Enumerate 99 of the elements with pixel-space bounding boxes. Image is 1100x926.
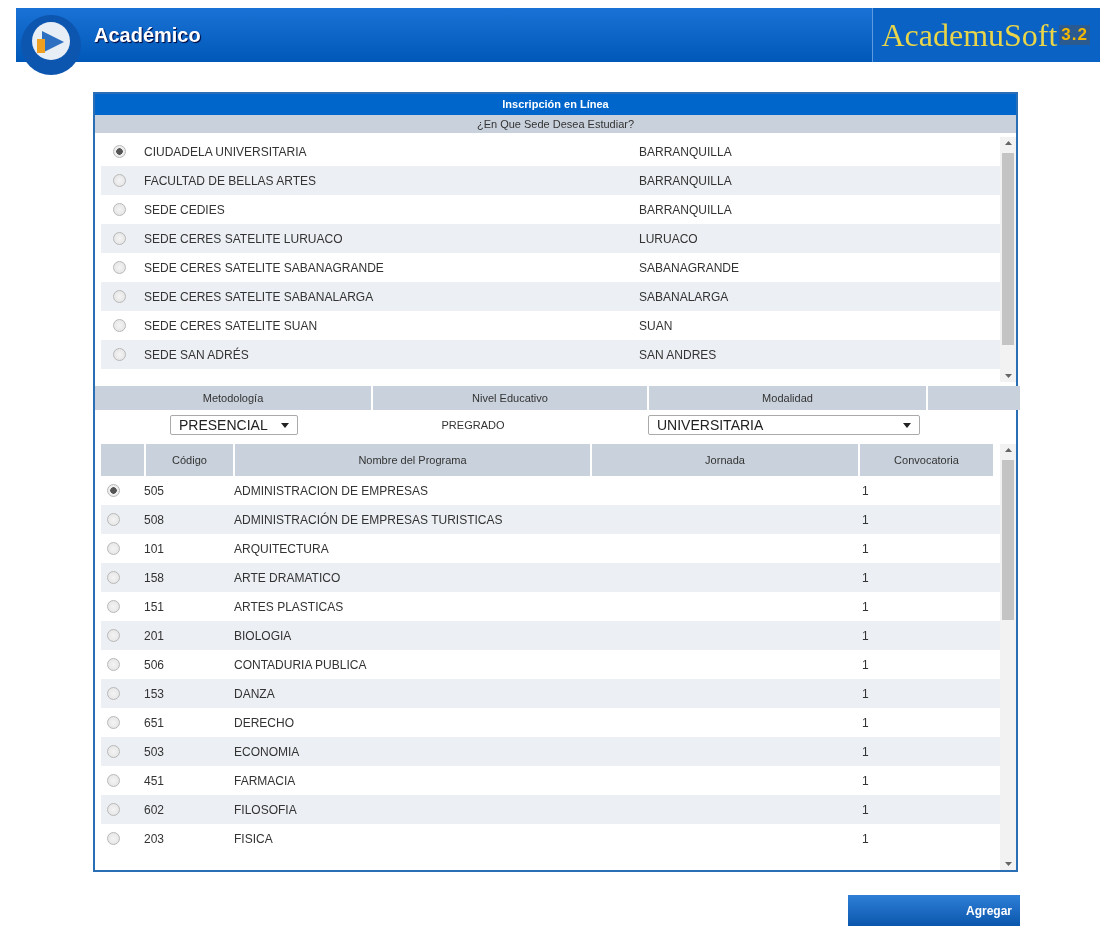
- program-code: 508: [144, 512, 166, 527]
- program-code: 505: [144, 483, 166, 498]
- scrollbar[interactable]: [1000, 137, 1016, 382]
- radio-button[interactable]: [113, 348, 126, 361]
- program-code: 602: [144, 802, 166, 817]
- scrollbar[interactable]: [1000, 444, 1016, 870]
- radio-button[interactable]: [107, 832, 120, 845]
- column-header: Código: [146, 444, 233, 476]
- program-name: FILOSOFIA: [234, 802, 298, 817]
- radio-button[interactable]: [113, 290, 126, 303]
- city-name: SUAN: [639, 318, 674, 333]
- campus-name: CIUDADELA UNIVERSITARIA: [144, 144, 308, 159]
- radio-button[interactable]: [113, 319, 126, 332]
- column-header: Nivel Educativo: [373, 386, 647, 410]
- radio-button[interactable]: [107, 542, 120, 555]
- city-name: BARRANQUILLA: [639, 173, 733, 188]
- campus-name: SEDE CERES SATELITE SABANAGRANDE: [144, 260, 385, 275]
- radio-button[interactable]: [107, 629, 120, 642]
- program-name: FISICA: [234, 831, 274, 846]
- education-level: PREGRADO: [440, 419, 506, 431]
- column-header: Metodología: [95, 386, 371, 410]
- radio-button[interactable]: [107, 658, 120, 671]
- program-code: 153: [144, 686, 166, 701]
- call-number: 1: [862, 802, 870, 817]
- program-code: 503: [144, 744, 166, 759]
- program-name: ADMINISTRACION DE EMPRESAS: [234, 483, 430, 498]
- program-code: 506: [144, 657, 166, 672]
- program-name: ARQUITECTURA: [234, 541, 330, 556]
- program-name: ARTE DRAMATICO: [234, 570, 342, 585]
- column-header: Convocatoria: [860, 444, 993, 476]
- radio-button[interactable]: [107, 745, 120, 758]
- radio-button[interactable]: [113, 203, 126, 216]
- program-name: BIOLOGIA: [234, 628, 293, 643]
- call-number: 1: [862, 715, 870, 730]
- call-number: 1: [862, 570, 870, 585]
- column-header: Jornada: [592, 444, 858, 476]
- call-number: 1: [862, 512, 870, 527]
- caret-icon: [281, 422, 289, 428]
- program-name: ADMINISTRACIÓN DE EMPRESAS TURISTICAS: [234, 512, 504, 527]
- call-number: 1: [862, 628, 870, 643]
- radio-button[interactable]: [107, 774, 120, 787]
- call-number: 1: [862, 744, 870, 759]
- call-number: 1: [862, 657, 870, 672]
- call-number: 1: [862, 686, 870, 701]
- program-name: CONTADURIA PUBLICA: [234, 657, 368, 672]
- program-code: 451: [144, 773, 166, 788]
- city-name: LURUACO: [639, 231, 699, 246]
- city-name: SAN ANDRES: [639, 347, 718, 362]
- scroll-down-icon[interactable]: [1004, 862, 1012, 866]
- program-code: 651: [144, 715, 166, 730]
- column-header: Nombre del Programa: [235, 444, 590, 476]
- radio-button[interactable]: [113, 174, 126, 187]
- campus-name: SEDE CERES SATELITE SABANALARGA: [144, 289, 375, 304]
- campus-name: SEDE CEDIES: [144, 202, 226, 217]
- scroll-up-icon[interactable]: [1004, 448, 1012, 452]
- radio-button[interactable]: [113, 232, 126, 245]
- radio-button[interactable]: [107, 600, 120, 613]
- call-number: 1: [862, 773, 870, 788]
- program-name: ECONOMIA: [234, 744, 301, 759]
- call-number: 1: [862, 831, 870, 846]
- radio-button[interactable]: [107, 687, 120, 700]
- campus-name: SEDE CERES SATELITE LURUACO: [144, 231, 344, 246]
- campus-name: SEDE CERES SATELITE SUAN: [144, 318, 319, 333]
- program-name: DANZA: [234, 686, 276, 701]
- add-button[interactable]: Agregar: [848, 895, 1020, 926]
- call-number: 1: [862, 599, 870, 614]
- radio-button[interactable]: [113, 145, 126, 158]
- modality-select[interactable]: UNIVERSITARIA: [648, 415, 920, 435]
- app-title: Académico: [94, 23, 201, 47]
- program-code: 101: [144, 541, 166, 556]
- column-header: [101, 444, 144, 476]
- program-code: 158: [144, 570, 166, 585]
- column-header: Modalidad: [649, 386, 926, 410]
- radio-button[interactable]: [107, 571, 120, 584]
- call-number: 1: [862, 483, 870, 498]
- radio-button[interactable]: [107, 803, 120, 816]
- program-code: 203: [144, 831, 166, 846]
- program-name: ARTES PLASTICAS: [234, 599, 345, 614]
- radio-button[interactable]: [113, 261, 126, 274]
- campus-name: SEDE SAN ADRÉS: [144, 347, 250, 362]
- program-name: FARMACIA: [234, 773, 297, 788]
- panel-title: Inscripción en Línea: [95, 94, 1016, 115]
- radio-button[interactable]: [107, 716, 120, 729]
- scroll-up-icon[interactable]: [1004, 141, 1012, 145]
- city-name: SABANALARGA: [639, 289, 730, 304]
- caret-icon: [903, 422, 911, 428]
- program-code: 201: [144, 628, 166, 643]
- city-name: BARRANQUILLA: [639, 202, 733, 217]
- section-header: ¿En Que Sede Desea Estudiar?: [95, 115, 1016, 133]
- program-code: 151: [144, 599, 166, 614]
- call-number: 1: [862, 541, 870, 556]
- scroll-down-icon[interactable]: [1004, 374, 1012, 378]
- radio-button[interactable]: [107, 513, 120, 526]
- city-name: SABANAGRANDE: [639, 260, 741, 275]
- methodology-select[interactable]: PRESENCIAL: [170, 415, 298, 435]
- city-name: BARRANQUILLA: [639, 144, 733, 159]
- campus-name: FACULTAD DE BELLAS ARTES: [144, 173, 318, 188]
- program-name: DERECHO: [234, 715, 295, 730]
- radio-button[interactable]: [107, 484, 120, 497]
